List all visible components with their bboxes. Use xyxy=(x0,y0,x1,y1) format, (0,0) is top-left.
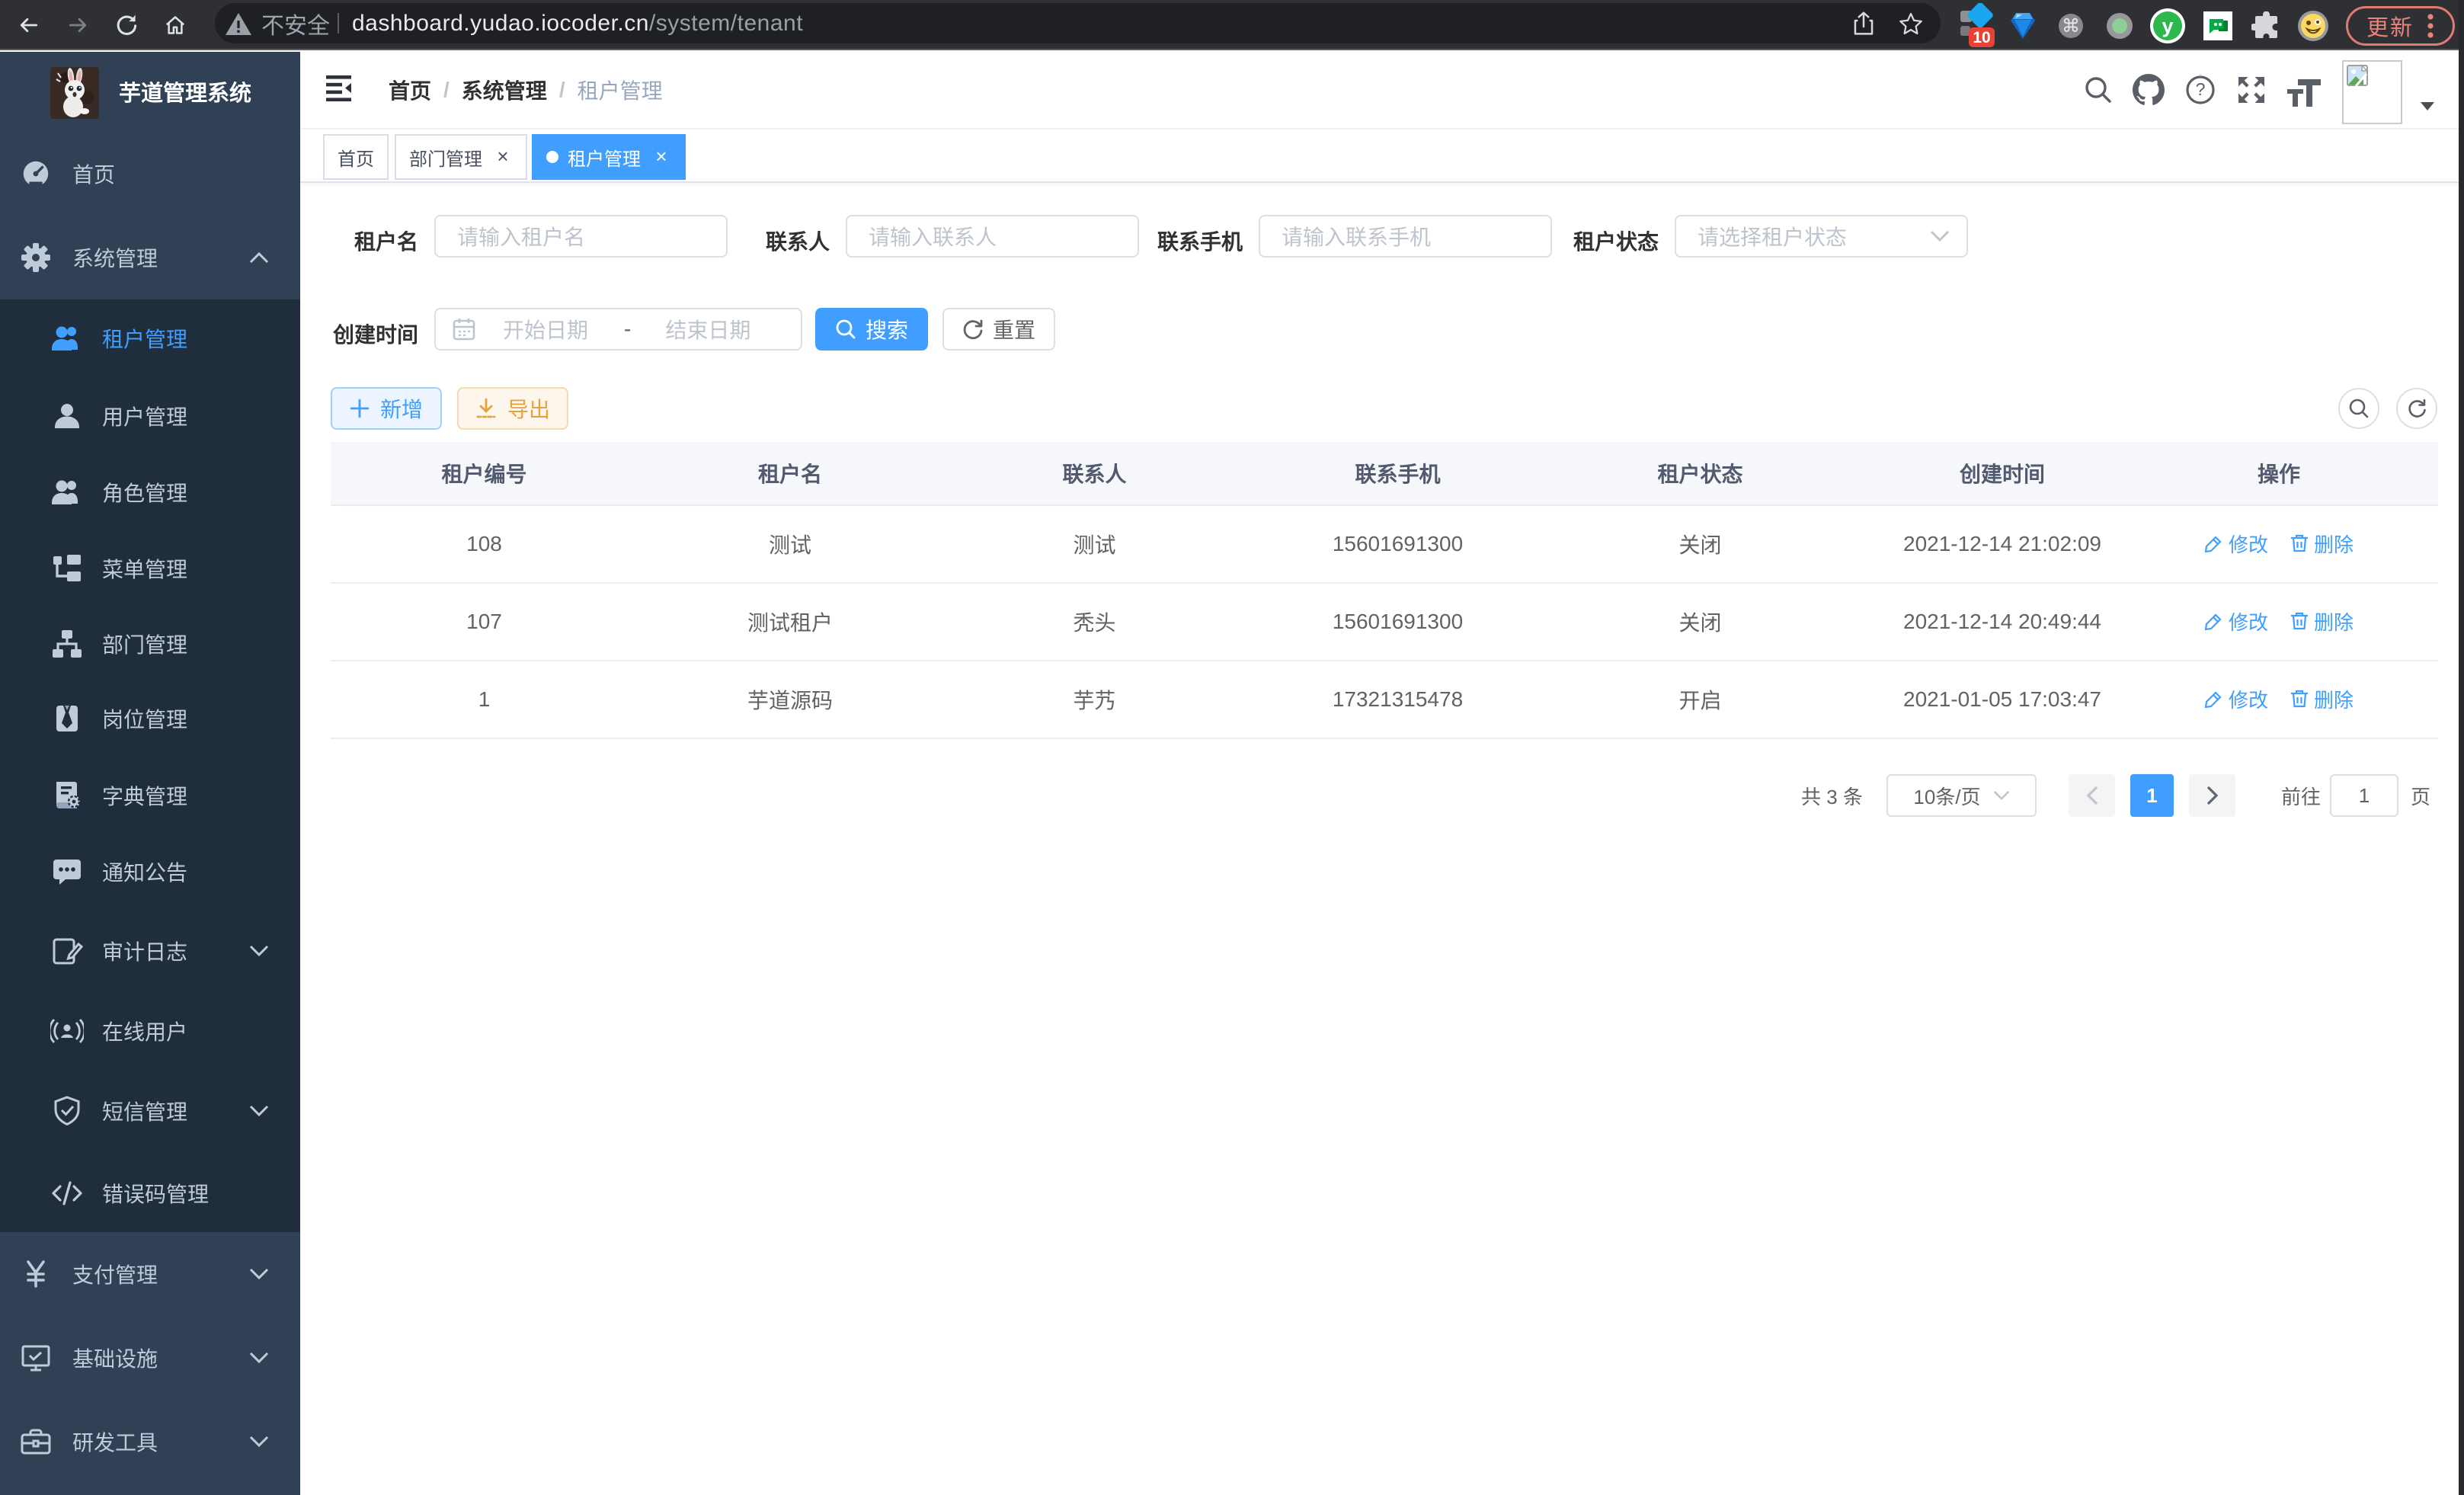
svg-text:?: ? xyxy=(2196,79,2206,99)
svg-text:y: y xyxy=(2162,14,2173,37)
svg-text:10: 10 xyxy=(1973,29,1990,46)
svg-text:⌘: ⌘ xyxy=(2062,16,2080,37)
